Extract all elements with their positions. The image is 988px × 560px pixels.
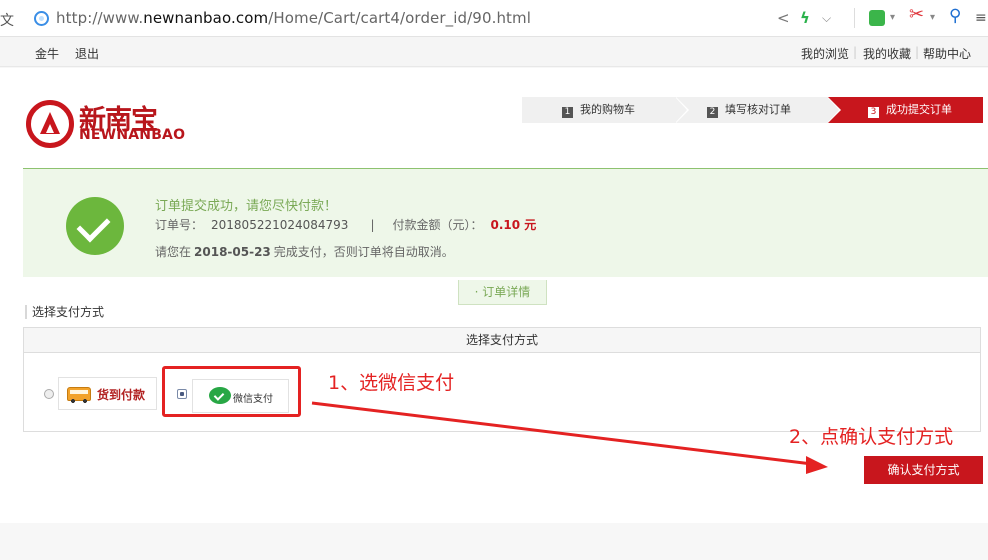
annotation-arrow — [311, 401, 828, 474]
page-footer-strip — [0, 523, 988, 560]
arrow-head — [806, 456, 828, 474]
arrow-line — [311, 401, 813, 466]
confirm-payment-button[interactable]: 确认支付方式 — [864, 456, 983, 484]
